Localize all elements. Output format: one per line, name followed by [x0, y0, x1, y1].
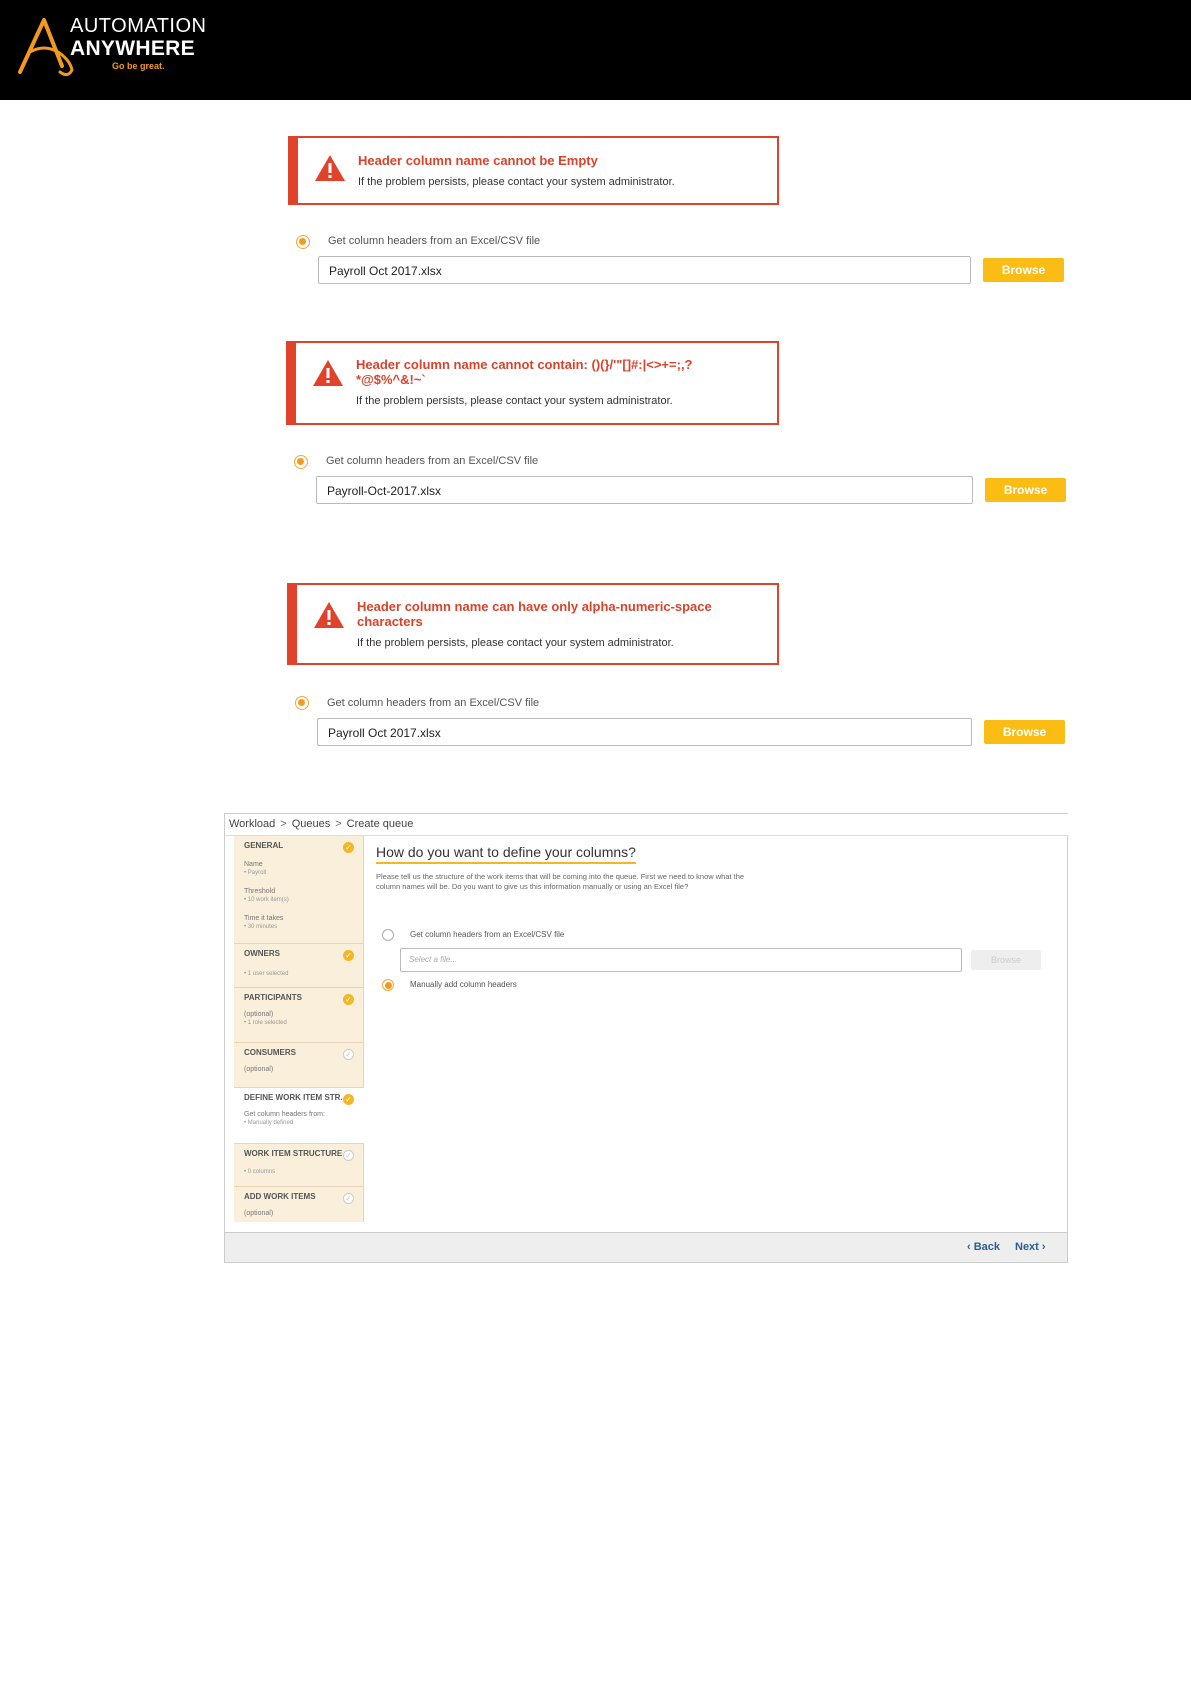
sidebar-field-value: • Payroll: [244, 870, 267, 876]
next-button[interactable]: Next ›: [1015, 1241, 1046, 1253]
sidebar-field-value: • Manually defined: [244, 1120, 294, 1126]
radio-excel-csv[interactable]: [294, 455, 308, 469]
sidebar-item-add-work-items[interactable]: ADD WORK ITEMS ✓ (optional): [234, 1187, 364, 1222]
breadcrumb: Workload > Queues > Create queue: [225, 814, 1069, 836]
sidebar-field-label: Get column headers from:: [244, 1111, 325, 1118]
file-path-field[interactable]: Payroll Oct 2017.xlsx: [318, 256, 971, 284]
sidebar-field-value: • 1 user selected: [244, 971, 289, 977]
check-icon: ✓: [343, 1049, 354, 1060]
breadcrumb-workload[interactable]: Workload: [229, 818, 275, 830]
wizard-sidebar: GENERAL ✓ Name • Payroll Threshold • 10 …: [234, 836, 364, 1222]
sidebar-item-title: CONSUMERS: [244, 1048, 297, 1057]
sidebar-field-label: Name: [244, 861, 263, 868]
brand-header: AUTOMATION ANYWHERE Go be great.: [0, 0, 1191, 100]
breadcrumb-separator: >: [280, 818, 287, 830]
sidebar-item-title: PARTICIPANTS: [244, 993, 302, 1002]
check-icon: ✓: [343, 1150, 354, 1161]
sidebar-field-value: • 30 minutes: [244, 924, 278, 930]
page-description: Please tell us the structure of the work…: [376, 872, 745, 891]
create-queue-panel: Workload > Queues > Create queue GENERAL ✓ N…: [224, 813, 1069, 1263]
radio-manual[interactable]: [382, 979, 394, 991]
page-title: How do you want to define your columns?: [376, 844, 636, 864]
sidebar-item-title: GENERAL: [244, 841, 284, 850]
sidebar-field-label: (optional): [244, 1011, 274, 1018]
browse-button[interactable]: Browse: [983, 258, 1064, 282]
sidebar-item-owners[interactable]: OWNERS ✓ • 1 user selected: [234, 944, 364, 988]
error-message: If the problem persists, please contact …: [357, 637, 674, 649]
file-path-field[interactable]: Payroll Oct 2017.xlsx: [317, 718, 972, 746]
logo-line-1: AUTOMATION: [70, 15, 207, 37]
breadcrumb-queues[interactable]: Queues: [292, 818, 331, 830]
browse-button[interactable]: Browse: [984, 720, 1065, 744]
radio-label: Get column headers from an Excel/CSV fil…: [326, 455, 539, 467]
radio-label: Get column headers from an Excel/CSV fil…: [327, 697, 540, 709]
error-title: Header column name cannot be Empty: [358, 153, 598, 168]
error-title: Header column name cannot contain: ()(}/…: [356, 357, 693, 387]
sidebar-item-participants[interactable]: PARTICIPANTS ✓ (optional) • 1 role selec…: [234, 988, 364, 1043]
breadcrumb-create-queue: Create queue: [346, 818, 414, 830]
warning-icon: [315, 155, 345, 181]
sidebar-item-work-item-structure[interactable]: WORK ITEM STRUCTURE ✓ • 0 columns: [234, 1144, 364, 1187]
wizard-footer: ‹ Back Next ›: [225, 1232, 1067, 1262]
sidebar-item-title: DEFINE WORK ITEM STR...: [244, 1093, 348, 1102]
error-message: If the problem persists, please contact …: [356, 395, 673, 407]
check-icon: ✓: [343, 1094, 354, 1105]
logo-wordmark: AUTOMATION ANYWHERE Go be great.: [70, 16, 206, 71]
check-icon: ✓: [343, 994, 354, 1005]
sidebar-item-general[interactable]: GENERAL ✓ Name • Payroll Threshold • 10 …: [234, 836, 364, 944]
back-button[interactable]: ‹ Back: [967, 1241, 1000, 1253]
error-title: Header column name can have only alpha-n…: [357, 599, 712, 629]
radio-excel-csv[interactable]: [296, 235, 310, 249]
radio-label: Get column headers from an Excel/CSV fil…: [410, 930, 565, 939]
browse-button[interactable]: Browse: [985, 478, 1066, 502]
error-banner-empty: Header column name cannot be Empty If th…: [288, 136, 779, 205]
sidebar-item-title: OWNERS: [244, 949, 280, 958]
sidebar-item-define-work-item-structure[interactable]: DEFINE WORK ITEM STR... ✓ Get column hea…: [234, 1088, 364, 1144]
sidebar-field-label: (optional): [244, 1210, 274, 1217]
sidebar-item-consumers[interactable]: CONSUMERS ✓ (optional): [234, 1043, 364, 1088]
error-banner-alphanumeric: Header column name can have only alpha-n…: [287, 583, 779, 665]
radio-label: Get column headers from an Excel/CSV fil…: [328, 235, 541, 247]
sidebar-field-label: (optional): [244, 1066, 274, 1073]
sidebar-field-value: • 0 columns: [244, 1169, 276, 1175]
warning-icon: [313, 360, 343, 386]
sidebar-field-value: • 1 role selected: [244, 1020, 287, 1026]
logo-line-2: ANYWHERE: [70, 37, 195, 60]
file-path-field[interactable]: Payroll-Oct-2017.xlsx: [316, 476, 973, 504]
radio-excel-csv[interactable]: [295, 696, 309, 710]
check-icon: ✓: [343, 950, 354, 961]
sidebar-field-label: Threshold: [244, 888, 276, 895]
breadcrumb-separator: >: [335, 818, 342, 830]
error-message: If the problem persists, please contact …: [358, 176, 675, 188]
radio-excel-csv[interactable]: [382, 929, 394, 941]
logo-tagline: Go be great.: [112, 61, 165, 71]
error-banner-invalid-chars: Header column name cannot contain: ()(}/…: [286, 341, 779, 425]
sidebar-field-label: Time it takes: [244, 915, 284, 922]
check-icon: ✓: [343, 842, 354, 853]
radio-label: Manually add column headers: [410, 980, 517, 989]
sidebar-item-title: ADD WORK ITEMS: [244, 1192, 316, 1201]
file-path-field[interactable]: Select a file...: [400, 948, 962, 972]
sidebar-field-value: • 10 work item(s): [244, 897, 289, 903]
check-icon: ✓: [343, 1193, 354, 1204]
warning-icon: [314, 602, 344, 628]
sidebar-item-title: WORK ITEM STRUCTURE: [244, 1149, 343, 1158]
browse-button[interactable]: Browse: [971, 950, 1041, 970]
